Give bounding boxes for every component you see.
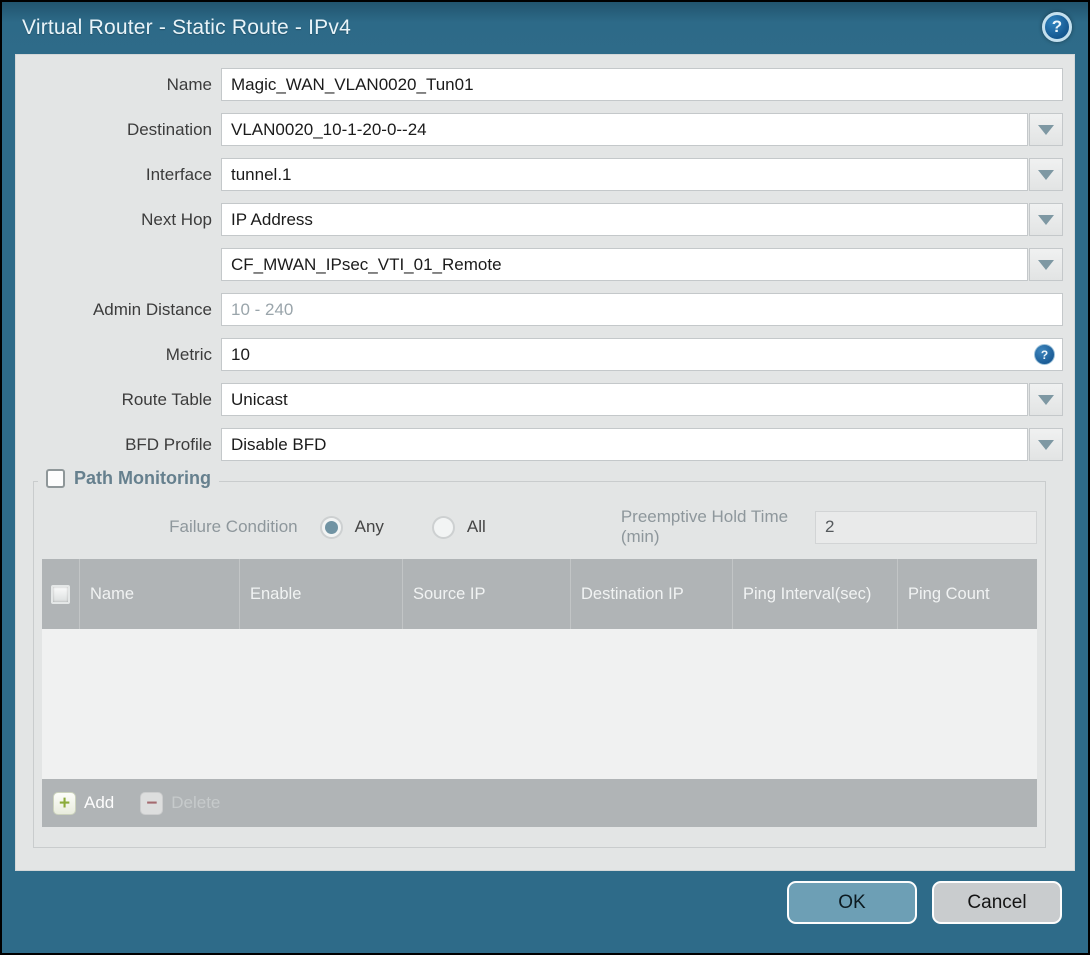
dialog-title: Virtual Router - Static Route - IPv4 bbox=[22, 15, 351, 39]
add-button-label: Add bbox=[84, 793, 115, 812]
table-body-empty bbox=[42, 629, 1037, 779]
destination-input[interactable] bbox=[221, 113, 1028, 146]
chevron-down-icon bbox=[1038, 439, 1054, 450]
path-monitoring-fieldset: Path Monitoring Failure Condition Any Al… bbox=[33, 468, 1046, 848]
cancel-button[interactable]: Cancel bbox=[932, 881, 1062, 924]
dialog-titlebar: Virtual Router - Static Route - IPv4 ? bbox=[2, 2, 1088, 53]
table-footer-toolbar: + Add − Delete bbox=[42, 779, 1037, 827]
help-icon[interactable]: ? bbox=[1042, 12, 1072, 42]
chevron-down-icon bbox=[1038, 214, 1054, 225]
metric-input[interactable] bbox=[221, 338, 1063, 371]
route-table-dropdown-button[interactable] bbox=[1029, 383, 1063, 416]
route-table-row: Route Table bbox=[16, 383, 1063, 416]
interface-dropdown-button[interactable] bbox=[1029, 158, 1063, 191]
route-table-input[interactable] bbox=[221, 383, 1028, 416]
chevron-down-icon bbox=[1038, 169, 1054, 180]
admin-distance-row: Admin Distance bbox=[16, 293, 1063, 326]
column-header-name[interactable]: Name bbox=[80, 559, 240, 629]
next-hop-row: Next Hop bbox=[16, 203, 1063, 236]
metric-row: Metric ? bbox=[16, 338, 1063, 371]
name-input[interactable] bbox=[221, 68, 1063, 101]
destination-label: Destination bbox=[126, 119, 212, 139]
select-all-checkbox[interactable] bbox=[51, 584, 70, 604]
column-header-enable[interactable]: Enable bbox=[240, 559, 403, 629]
chevron-down-icon bbox=[1038, 259, 1054, 270]
path-monitoring-legend: Path Monitoring bbox=[38, 468, 219, 489]
column-header-ping-interval[interactable]: Ping Interval(sec) bbox=[733, 559, 898, 629]
bfd-profile-dropdown-button[interactable] bbox=[1029, 428, 1063, 461]
failure-condition-all-label: All bbox=[466, 517, 486, 536]
radio-selected-icon bbox=[319, 515, 343, 539]
path-monitoring-table: Name Enable Source IP Destination IP Pin… bbox=[42, 559, 1037, 827]
path-monitoring-checkbox[interactable] bbox=[46, 469, 65, 488]
admin-distance-input[interactable] bbox=[221, 293, 1063, 326]
next-hop-address-row bbox=[16, 248, 1063, 281]
next-hop-type-dropdown-button[interactable] bbox=[1029, 203, 1063, 236]
interface-row: Interface bbox=[16, 158, 1063, 191]
interface-input[interactable] bbox=[221, 158, 1028, 191]
chevron-down-icon bbox=[1038, 124, 1054, 135]
delete-button-label: Delete bbox=[171, 793, 221, 812]
table-header-row: Name Enable Source IP Destination IP Pin… bbox=[42, 559, 1037, 629]
failure-condition-any-radio[interactable]: Any bbox=[319, 515, 384, 539]
name-row: Name bbox=[16, 68, 1063, 101]
bfd-profile-row: BFD Profile bbox=[16, 428, 1063, 461]
name-label: Name bbox=[166, 74, 212, 94]
delete-button[interactable]: − Delete bbox=[140, 791, 221, 815]
failure-condition-label: Failure Condition bbox=[169, 517, 298, 536]
next-hop-address-dropdown-button[interactable] bbox=[1029, 248, 1063, 281]
interface-label: Interface bbox=[145, 164, 212, 184]
metric-help-icon[interactable]: ? bbox=[1034, 344, 1055, 365]
column-header-ping-count[interactable]: Ping Count bbox=[898, 559, 1037, 629]
failure-condition-all-radio[interactable]: All bbox=[431, 515, 486, 539]
column-header-destination-ip[interactable]: Destination IP bbox=[571, 559, 733, 629]
chevron-down-icon bbox=[1038, 394, 1054, 405]
ok-button[interactable]: OK bbox=[787, 881, 917, 924]
next-hop-type-input[interactable] bbox=[221, 203, 1028, 236]
bfd-profile-label: BFD Profile bbox=[125, 434, 212, 454]
minus-icon: − bbox=[140, 791, 164, 815]
failure-condition-any-label: Any bbox=[354, 517, 384, 536]
metric-label: Metric bbox=[165, 344, 212, 364]
destination-dropdown-button[interactable] bbox=[1029, 113, 1063, 146]
route-table-label: Route Table bbox=[121, 389, 212, 409]
add-button[interactable]: + Add bbox=[53, 791, 115, 815]
path-monitoring-legend-label: Path Monitoring bbox=[74, 468, 211, 488]
dialog-body-panel: Name Destination Interface Next Hop bbox=[15, 54, 1075, 871]
plus-icon: + bbox=[53, 791, 76, 815]
preemptive-hold-time-input[interactable] bbox=[815, 510, 1037, 544]
destination-row: Destination bbox=[16, 113, 1063, 146]
radio-unselected-icon bbox=[431, 515, 455, 539]
column-header-source-ip[interactable]: Source IP bbox=[403, 559, 571, 629]
dialog-footer: OK Cancel bbox=[787, 881, 1062, 924]
preemptive-hold-time-label: Preemptive Hold Time (min) bbox=[620, 507, 789, 546]
next-hop-label: Next Hop bbox=[141, 209, 212, 229]
bfd-profile-input[interactable] bbox=[221, 428, 1028, 461]
failure-condition-row: Failure Condition Any All Preemptive Hol… bbox=[42, 507, 1037, 546]
admin-distance-label: Admin Distance bbox=[92, 299, 212, 319]
next-hop-address-input[interactable] bbox=[221, 248, 1028, 281]
static-route-dialog: Virtual Router - Static Route - IPv4 ? N… bbox=[0, 0, 1090, 955]
